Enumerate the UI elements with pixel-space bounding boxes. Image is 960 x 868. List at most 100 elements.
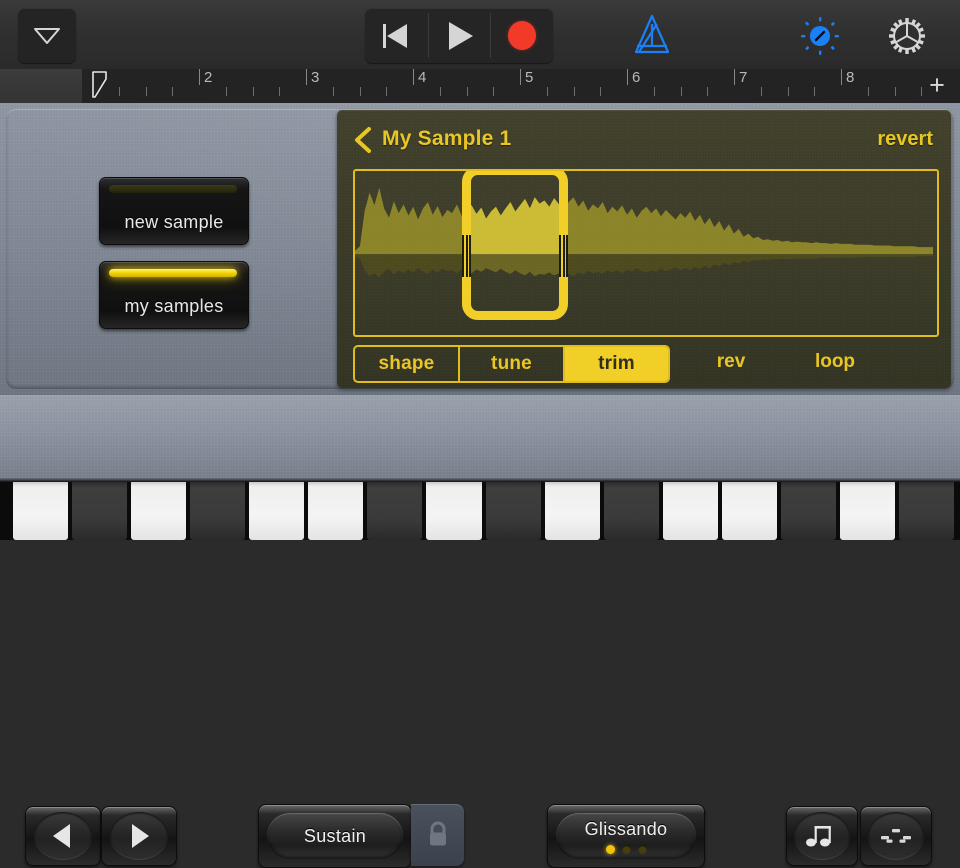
sampler-app: 2 3 4 5 6 7 8 + new sample my samples My Sampl… [0,0,960,868]
playhead-marker[interactable] [92,71,108,99]
tab-loop[interactable]: loop [787,345,883,379]
metronome-icon [634,14,670,54]
piano-key[interactable] [839,482,895,540]
settings-button[interactable] [882,12,932,60]
navigation-button[interactable] [18,8,76,63]
glissando-led-row [605,844,647,854]
ruler-measure-mark [520,69,521,85]
ruler-beat-tick [546,87,548,96]
add-section-button[interactable]: + [920,72,954,99]
my-samples-led [109,269,237,277]
ruler-measure-mark [841,69,842,85]
ruler-beat-tick [894,87,896,96]
octave-up-button[interactable] [101,806,177,866]
piano-key[interactable] [249,482,305,540]
knob-icon [801,17,839,55]
piano-key[interactable] [721,482,777,540]
trim-end-handle[interactable] [558,235,568,277]
note-values-button[interactable] [786,806,858,866]
glissando-button[interactable]: Glissando [547,804,705,868]
octave-down-button[interactable] [25,806,101,866]
arpeggiator-button[interactable] [860,806,932,866]
triangle-down-icon [34,27,60,44]
piano-key[interactable] [308,482,364,540]
ruler-track[interactable]: 2 3 4 5 6 7 8 [82,69,960,103]
glissando-pill: Glissando [556,813,696,859]
trim-start-handle[interactable] [461,235,471,277]
rewind-button[interactable] [365,8,428,63]
sustain-label: Sustain [303,825,367,846]
my-samples-label: my samples [124,296,224,316]
piano-key[interactable] [367,482,423,540]
ruler-beat-tick [252,87,254,96]
ruler-beat-tick [172,87,174,96]
ruler-beat-tick [600,87,602,96]
transport-controls [365,8,553,63]
my-samples-button[interactable]: my samples [99,261,249,329]
piano-key[interactable] [131,482,187,540]
ruler-beat-tick [493,87,495,96]
piano-key[interactable] [190,482,246,540]
piano-key[interactable] [13,482,69,540]
play-button[interactable] [427,8,491,63]
ruler-measure-mark [413,69,414,85]
tab-rev[interactable]: rev [683,345,779,379]
ruler-beat-tick [439,87,441,96]
waveform-display[interactable] [353,169,939,337]
ruler-measure-number: 5 [525,69,534,86]
sample-title: My Sample 1 [382,127,512,150]
ruler-beat-tick [118,87,120,96]
keyboard-control-bar: Sustain Glissando [0,395,960,868]
octave-down-inset [34,812,92,860]
ruler-beat-tick [787,87,789,96]
piano-keyboard[interactable] [0,478,960,540]
ruler-beat-tick [707,87,709,96]
top-toolbar [0,0,960,70]
screen-header: My Sample 1 revert [337,110,951,168]
ruler-beat-tick [814,87,816,96]
octave-up-inset [110,812,168,860]
piano-key[interactable] [544,482,600,540]
sampler-screen: My Sample 1 revert shape tune trim rev loo… [337,110,951,388]
sustain-pill: Sustain [267,813,403,859]
arrow-left-icon [53,824,70,848]
piano-key[interactable] [780,482,836,540]
ruler-beat-tick [680,87,682,96]
ruler-measure-number: 7 [739,69,748,86]
lock-icon [429,821,446,846]
ruler-beat-tick [332,87,334,96]
music-notes-icon [806,826,831,847]
piano-key[interactable] [426,482,482,540]
piano-key[interactable] [662,482,718,540]
ruler-beat-tick [359,87,361,96]
piano-key[interactable] [72,482,128,540]
new-sample-label: new sample [124,212,224,232]
glissando-label: Glissando [584,818,668,839]
sustain-lock-button[interactable] [411,804,464,866]
arrow-right-icon [132,824,149,848]
ruler-left-pad [0,69,82,103]
note-values-inset [794,812,850,860]
revert-button[interactable]: revert [877,128,933,151]
piano-key[interactable] [603,482,659,540]
fx-button[interactable] [795,12,845,60]
tab-trim[interactable]: trim [563,347,668,381]
arpeggiator-icon [881,829,911,843]
ruler-measure-number: 3 [311,69,320,86]
new-sample-button[interactable]: new sample [99,177,249,245]
waveform-graphic [355,187,933,278]
tab-shape[interactable]: shape [355,347,458,381]
ruler-beat-tick [653,87,655,96]
tab-tune[interactable]: tune [458,347,563,381]
glissando-led [637,844,647,854]
back-chevron-icon[interactable] [352,126,374,154]
sustain-button[interactable]: Sustain [258,804,412,868]
play-icon [449,21,473,50]
record-button[interactable] [490,8,553,63]
metronome-button[interactable] [628,12,676,59]
ruler[interactable]: 2 3 4 5 6 7 8 + [0,69,960,104]
piano-key[interactable] [485,482,541,540]
piano-key[interactable] [898,482,954,540]
ruler-beat-tick [145,87,147,96]
ruler-beat-tick [867,87,869,96]
